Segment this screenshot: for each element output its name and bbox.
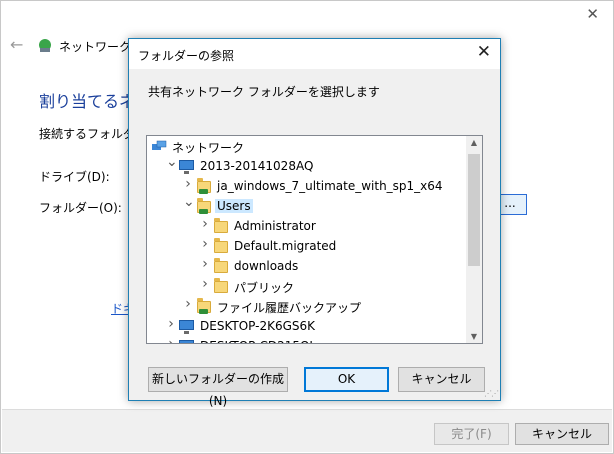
- tree-item[interactable]: › downloads: [147, 256, 467, 276]
- dialog-title: フォルダーの参照: [138, 49, 235, 63]
- tree-item[interactable]: ⌄ Users: [147, 194, 467, 216]
- chevron-right-icon[interactable]: ›: [200, 236, 210, 252]
- chevron-right-icon[interactable]: ›: [166, 316, 176, 332]
- shared-folder-icon: [196, 178, 212, 194]
- finish-button[interactable]: 完了(F): [434, 423, 509, 445]
- tree-item-label: Administrator: [234, 219, 316, 233]
- tree-item-label: 2013-20141028AQ: [200, 159, 314, 173]
- computer-icon: [179, 158, 195, 174]
- window-close-icon[interactable]: ✕: [586, 5, 599, 23]
- tree-item-label: ネットワーク: [172, 141, 245, 155]
- chevron-right-icon[interactable]: ›: [166, 336, 176, 343]
- resize-grip-icon[interactable]: ⋰⋰: [484, 389, 499, 398]
- dialog-close-icon[interactable]: ✕: [477, 42, 491, 62]
- tree-item[interactable]: › Administrator: [147, 216, 467, 236]
- chevron-down-icon[interactable]: ⌄: [183, 194, 195, 210]
- tree-item-label: ファイル履歴バックアップ: [217, 301, 362, 315]
- tree-item[interactable]: › ja_windows_7_ultimate_with_sp1_x64: [147, 176, 467, 196]
- wizard-cancel-button[interactable]: キャンセル: [515, 423, 609, 445]
- ok-button[interactable]: OK: [304, 367, 389, 392]
- tree-item-label: DESKTOP-CD215QI: [198, 339, 315, 343]
- folder-icon: [213, 238, 229, 254]
- back-arrow-icon[interactable]: ←: [10, 35, 23, 54]
- chevron-down-icon[interactable]: ⌄: [166, 154, 178, 170]
- computer-icon: [179, 318, 195, 334]
- chevron-right-icon[interactable]: ›: [200, 216, 210, 232]
- folder-icon: [213, 258, 229, 274]
- scroll-down-icon[interactable]: ▼: [466, 332, 482, 341]
- chevron-right-icon[interactable]: ›: [183, 296, 193, 312]
- scroll-up-icon[interactable]: ▲: [466, 138, 482, 147]
- shared-folder-icon: [196, 198, 212, 214]
- network-icon: [151, 138, 167, 154]
- dialog-prompt: 共有ネットワーク フォルダーを選択します: [148, 85, 380, 99]
- network-drive-icon: [39, 39, 51, 52]
- folder-label: フォルダー(O):: [39, 201, 122, 215]
- chevron-right-icon[interactable]: ›: [200, 276, 210, 292]
- chevron-right-icon[interactable]: ›: [183, 176, 193, 192]
- tree-item-label: ja_windows_7_ultimate_with_sp1_x64: [217, 179, 443, 193]
- folder-icon: [213, 278, 229, 294]
- tree-item-label: Default.migrated: [234, 239, 337, 253]
- folder-tree[interactable]: ネットワーク ⌄ 2013-20141028AQ › ja_windows_7_ulti…: [146, 135, 483, 344]
- tree-item[interactable]: › パブリック: [147, 276, 467, 296]
- shared-folder-icon: [196, 298, 212, 314]
- tree-scrollbar[interactable]: ▲ ▼: [466, 136, 482, 343]
- tree-item[interactable]: › DESKTOP-CD215QI: [147, 336, 467, 343]
- folder-icon: [213, 218, 229, 234]
- tree-item[interactable]: › Default.migrated: [147, 236, 467, 256]
- tree-item[interactable]: ネットワーク: [147, 136, 467, 156]
- tree-item[interactable]: ⌄ 2013-20141028AQ: [147, 154, 467, 176]
- computer-icon: [179, 338, 195, 343]
- browse-folder-dialog: フォルダーの参照 ✕ 共有ネットワーク フォルダーを選択します ネットワーク ⌄ 2…: [128, 38, 501, 408]
- tree-item[interactable]: › ファイル履歴バックアップ: [147, 296, 467, 316]
- new-folder-button[interactable]: 新しいフォルダーの作成(N): [148, 367, 288, 408]
- cancel-button[interactable]: キャンセル: [398, 367, 485, 392]
- tree-item[interactable]: › DESKTOP-2K6GS6K: [147, 316, 467, 336]
- tree-item-label: downloads: [234, 259, 299, 273]
- scroll-thumb[interactable]: [468, 154, 480, 266]
- tree-item-label: Users: [215, 199, 253, 213]
- drive-label: ドライブ(D):: [39, 170, 110, 184]
- tree-item-label: DESKTOP-2K6GS6K: [200, 319, 316, 333]
- chevron-right-icon[interactable]: ›: [200, 256, 210, 272]
- tree-item-label: パブリック: [234, 281, 295, 295]
